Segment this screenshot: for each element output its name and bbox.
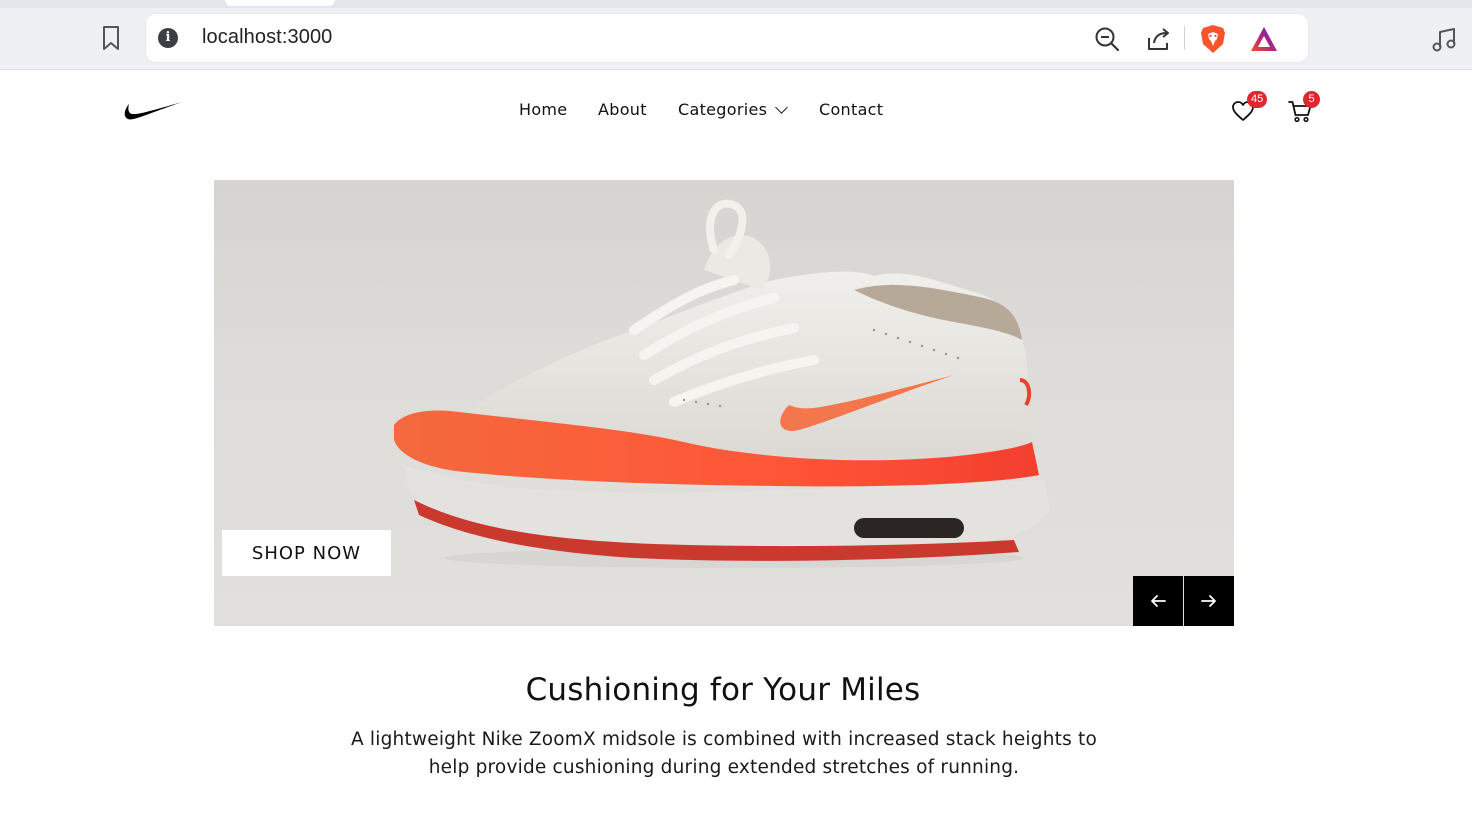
nav-home[interactable]: Home (519, 96, 567, 124)
cart-count-badge: 5 (1303, 91, 1320, 108)
wishlist-count-badge: 45 (1247, 91, 1268, 108)
shop-now-button[interactable]: SHOP NOW (222, 530, 391, 576)
nav-about[interactable]: About (598, 96, 647, 124)
bookmark-icon (103, 26, 119, 50)
feature-title: Cushioning for Your Miles (525, 672, 921, 708)
toolbar-separator (1184, 26, 1185, 50)
feature-description: A lightweight Nike ZoomX midsole is comb… (350, 729, 1097, 778)
media-icon[interactable] (1430, 26, 1458, 54)
nav-contact[interactable]: Contact (819, 96, 883, 124)
arrow-left-icon (1151, 595, 1166, 607)
brave-shields-icon[interactable] (1199, 24, 1227, 54)
chevron-down-icon (775, 101, 789, 114)
slider-prev-button[interactable] (1133, 576, 1183, 626)
url-text[interactable]: localhost:3000 (202, 26, 332, 49)
tab-strip (0, 0, 1472, 8)
share-icon[interactable] (1145, 26, 1173, 52)
zoom-out-icon[interactable] (1094, 26, 1120, 52)
nav-categories[interactable]: Categories (678, 96, 789, 124)
slider-next-button[interactable] (1184, 576, 1234, 626)
brave-rewards-icon[interactable] (1249, 25, 1279, 53)
bookmark-button[interactable] (98, 24, 124, 52)
arrow-right-icon (1201, 595, 1216, 607)
nav-categories-label: Categories (678, 100, 768, 119)
site-info-icon[interactable]: i (158, 28, 178, 48)
active-tab[interactable] (225, 0, 335, 6)
